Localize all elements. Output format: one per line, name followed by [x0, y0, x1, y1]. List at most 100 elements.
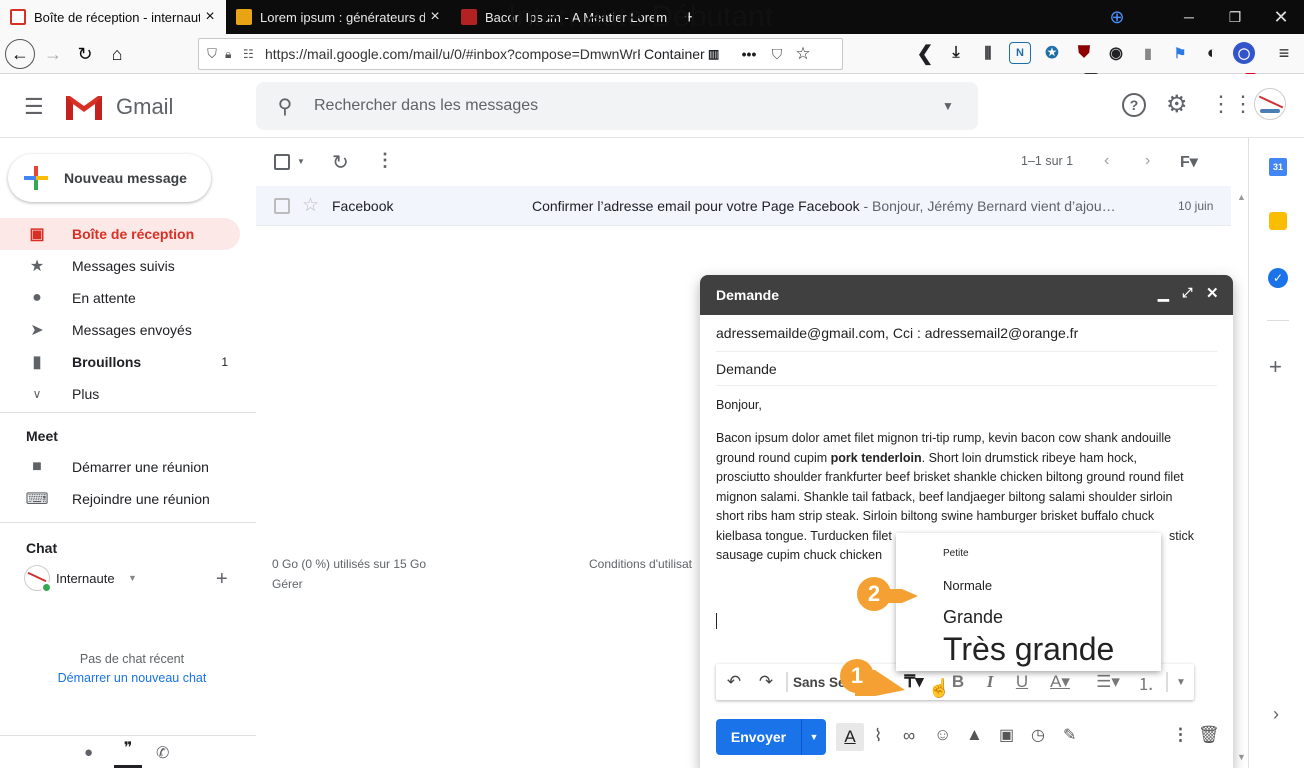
- tasks-icon[interactable]: ✓: [1268, 268, 1288, 288]
- fullscreen-compose-icon[interactable]: ⤢: [1182, 285, 1192, 301]
- input-tools-icon[interactable]: F▾: [1180, 152, 1198, 172]
- more-options-icon[interactable]: ⋮: [1172, 725, 1189, 745]
- search-options-icon[interactable]: ▼: [918, 99, 978, 113]
- sidebar-item-inbox[interactable]: ▣ Boîte de réception: [0, 218, 240, 250]
- select-caret-icon[interactable]: ▼: [297, 157, 305, 166]
- refresh-icon[interactable]: ↻: [332, 150, 349, 175]
- phone-icon[interactable]: ✆: [156, 743, 169, 763]
- sidebar-item-join-meeting[interactable]: ⌨ Rejoindre une réunion: [0, 483, 240, 515]
- hamburger-menu-icon[interactable]: ≡: [1273, 42, 1295, 64]
- compose-header[interactable]: Demande ▁ ⤢ ✕: [700, 275, 1233, 315]
- redo-icon[interactable]: ↷: [754, 670, 778, 694]
- calendar-icon[interactable]: 31: [1269, 158, 1287, 176]
- settings-gear-icon[interactable]: ⚙: [1166, 90, 1188, 119]
- sidebar-item-snoozed[interactable]: ● En attente: [0, 282, 240, 314]
- n-extension-icon[interactable]: N: [1009, 42, 1031, 64]
- search-bar[interactable]: ⚲ Rechercher dans les messages ▼: [256, 82, 978, 130]
- confidential-icon[interactable]: ◷: [1031, 725, 1045, 745]
- size-option-huge[interactable]: Très grande: [943, 631, 1114, 668]
- select-all-checkbox[interactable]: [274, 154, 290, 170]
- keep-icon[interactable]: [1269, 212, 1287, 230]
- sidebar-item-start-meeting[interactable]: ■ Démarrer une réunion: [0, 451, 240, 483]
- body-line[interactable]: mignon salami. Shankle tail fatback, bee…: [716, 488, 1216, 508]
- link-icon[interactable]: ∞: [903, 726, 915, 746]
- main-menu-icon[interactable]: ☰: [24, 94, 44, 120]
- body-greeting[interactable]: Bonjour,: [716, 396, 1216, 416]
- send-options-icon[interactable]: ▼: [802, 732, 826, 742]
- add-addon-icon[interactable]: +: [1269, 354, 1282, 380]
- table-row[interactable]: ☆ Facebook Confirmer l’adresse email pou…: [256, 186, 1231, 226]
- more-actions-icon[interactable]: ⋮: [376, 150, 394, 171]
- size-option-normal[interactable]: Normale: [943, 578, 992, 593]
- close-tab-icon[interactable]: ×: [425, 8, 445, 26]
- sidebar-item-starred[interactable]: ★ Messages suivis: [0, 250, 240, 282]
- body-line[interactable]: short ribs ham strip steak. Sirloin bilt…: [716, 507, 1216, 527]
- reload-button[interactable]: ↻: [70, 39, 100, 69]
- globe-extension-icon[interactable]: ✪: [1041, 42, 1063, 64]
- numbered-list-icon[interactable]: ⒈: [1134, 670, 1158, 694]
- back-button[interactable]: ←: [5, 39, 35, 69]
- library-icon[interactable]: ⫼: [977, 42, 999, 64]
- bookmark-star-icon[interactable]: ☆: [790, 44, 816, 64]
- search-icon[interactable]: ⚲: [256, 94, 314, 119]
- align-icon[interactable]: ☰▾: [1090, 670, 1126, 694]
- star-outline-icon[interactable]: ☆: [302, 194, 319, 217]
- notification-extension-icon[interactable]: ◯: [1233, 42, 1255, 64]
- privacy-badger-icon[interactable]: ◉: [1105, 42, 1127, 64]
- recipients-field[interactable]: adressemailde@gmail.com, Cci : adressema…: [716, 325, 1078, 341]
- download-icon[interactable]: ⤓: [945, 42, 967, 64]
- discard-draft-icon[interactable]: 🗑︎: [1198, 725, 1220, 745]
- expand-panel-icon[interactable]: ›: [1273, 704, 1279, 725]
- close-compose-icon[interactable]: ✕: [1206, 284, 1219, 302]
- body-line[interactable]: prosciutto shoulder frankfurter beef bri…: [716, 468, 1216, 488]
- size-option-large[interactable]: Grande: [943, 607, 1003, 628]
- person-icon[interactable]: ●: [84, 744, 93, 761]
- forward-button[interactable]: →: [38, 39, 68, 69]
- signature-icon[interactable]: ✎: [1063, 725, 1076, 745]
- subject-field[interactable]: Demande: [716, 361, 777, 377]
- start-chat-link[interactable]: Démarrer un nouveau chat: [0, 671, 264, 685]
- row-checkbox[interactable]: [274, 198, 290, 214]
- close-tab-icon[interactable]: ×: [200, 8, 220, 26]
- next-page-icon[interactable]: ›: [1145, 152, 1150, 170]
- maximize-button[interactable]: ❐: [1212, 0, 1258, 34]
- add-chat-button[interactable]: +: [216, 568, 228, 591]
- search-input[interactable]: Rechercher dans les messages: [314, 97, 918, 115]
- back-arrow-icon[interactable]: ❮: [914, 42, 936, 65]
- more-icon[interactable]: •••: [734, 46, 764, 62]
- close-window-button[interactable]: ✕: [1258, 0, 1304, 34]
- gray-extension-icon[interactable]: ▮: [1137, 42, 1159, 64]
- scroll-up-icon[interactable]: ▲: [1237, 192, 1246, 202]
- caret-down-icon[interactable]: ▼: [128, 573, 137, 583]
- account-avatar[interactable]: [1254, 88, 1286, 120]
- body-line[interactable]: ground round cupim pork tenderloin. Shor…: [716, 449, 1216, 469]
- tab-lorem[interactable]: Lorem ipsum : générateurs de f ×: [226, 0, 451, 34]
- more-formatting-icon[interactable]: ▼: [1172, 670, 1190, 694]
- sidebar-item-drafts[interactable]: ▮ Brouillons 1: [0, 346, 240, 378]
- chat-bubble-icon[interactable]: ❞: [114, 738, 142, 768]
- help-icon[interactable]: ?: [1122, 93, 1146, 117]
- sidebar-item-more[interactable]: ∨ Plus: [0, 378, 240, 410]
- url-bar[interactable]: ⛉ 🔒︎ ☷ https://mail.google.com/mail/u/0/…: [198, 38, 843, 70]
- flag-extension-icon[interactable]: ⚑: [1169, 42, 1191, 64]
- minimize-button[interactable]: ─: [1166, 0, 1212, 34]
- compose-button[interactable]: Nouveau message: [8, 154, 211, 202]
- terms-link[interactable]: Conditions d'utilisat: [589, 557, 692, 571]
- pocket-icon[interactable]: ⛉: [764, 46, 790, 63]
- body-line[interactable]: Bacon ipsum dolor amet filet mignon tri-…: [716, 429, 1216, 449]
- home-button[interactable]: ⌂: [102, 39, 132, 69]
- circle-extension-icon[interactable]: ◐: [1201, 42, 1223, 64]
- undo-icon[interactable]: ↶: [722, 670, 746, 694]
- ublock-icon[interactable]: ⛊: [1073, 42, 1095, 64]
- italic-icon[interactable]: I: [978, 670, 1002, 694]
- scroll-down-icon[interactable]: ▼: [1237, 752, 1246, 762]
- prev-page-icon[interactable]: ‹: [1104, 152, 1109, 170]
- tab-inbox[interactable]: Boîte de réception - internaute.d ×: [0, 0, 226, 34]
- text-color-icon[interactable]: A▾: [1042, 670, 1078, 694]
- sidebar-item-sent[interactable]: ➤ Messages envoyés: [0, 314, 240, 346]
- size-option-small[interactable]: Petite: [943, 548, 969, 559]
- minimize-compose-icon[interactable]: ▁: [1158, 285, 1169, 302]
- drive-icon[interactable]: ▲: [966, 725, 983, 745]
- underline-icon[interactable]: U: [1010, 670, 1034, 694]
- attach-icon[interactable]: ⌇: [874, 726, 882, 746]
